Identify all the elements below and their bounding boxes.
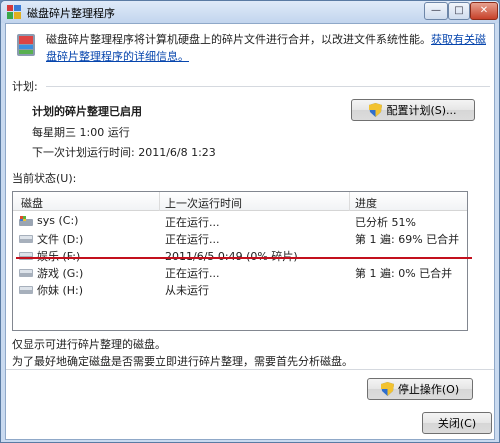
drive-icon (19, 269, 33, 277)
configure-schedule-label: 配置计划(S)... (386, 104, 457, 117)
disk-name: 娱乐 (F:) (37, 248, 80, 264)
footer-divider (6, 369, 494, 370)
table-row[interactable]: 文件 (D:) 正在运行... 第 1 遍: 69% 已合并 (13, 230, 467, 247)
disk-progress: 已分析 51% (355, 216, 416, 229)
schedule-divider (46, 86, 490, 87)
schedule-frequency: 每星期三 1:00 运行 (32, 126, 130, 139)
table-row[interactable]: 娱乐 (F:) 2011/6/5 0:49 (0% 碎片) (13, 247, 467, 264)
current-status-label: 当前状态(U): (12, 172, 77, 185)
dialog-body: 磁盘碎片整理程序将计算机硬盘上的碎片文件进行合并，以改进文件系统性能。获取有关磁… (5, 23, 495, 440)
schedule-section-label: 计划: (12, 80, 38, 93)
disk-name: 你妹 (H:) (37, 284, 84, 297)
intro-text: 磁盘碎片整理程序将计算机硬盘上的碎片文件进行合并，以改进文件系统性能。获取有关磁… (46, 31, 491, 65)
schedule-next-run: 下一次计划运行时间: 2011/6/8 1:23 (32, 146, 216, 159)
disk-last-run: 正在运行... (165, 216, 220, 229)
maximize-button[interactable]: □ (448, 2, 470, 20)
column-header-progress[interactable]: 进度 (355, 195, 377, 211)
stop-operation-button[interactable]: 停止操作(O) (367, 378, 473, 400)
minimize-button[interactable]: — (424, 2, 448, 20)
disk-last-run: 正在运行... (165, 233, 220, 246)
table-header: 磁盘 上一次运行时间 进度 (13, 192, 467, 211)
disk-last-run: 2011/6/5 0:49 (0% 碎片) (165, 248, 298, 264)
configure-schedule-button[interactable]: 配置计划(S)... (351, 99, 475, 121)
column-header-disk[interactable]: 磁盘 (21, 195, 43, 211)
column-divider[interactable] (159, 192, 160, 211)
defrag-disk-icon (17, 34, 35, 56)
intro-description: 磁盘碎片整理程序将计算机硬盘上的碎片文件进行合并，以改进文件系统性能。 (46, 33, 431, 46)
disk-name: sys (C:) (37, 214, 79, 227)
title-bar[interactable]: 磁盘碎片整理程序 — □ ✕ (1, 1, 499, 23)
disk-name: 游戏 (G:) (37, 267, 84, 280)
close-button[interactable]: 关闭(C) (422, 412, 492, 434)
stop-operation-label: 停止操作(O) (397, 383, 460, 396)
defrag-app-icon (7, 5, 21, 19)
uac-shield-icon (380, 382, 394, 396)
window-title: 磁盘碎片整理程序 (27, 7, 115, 20)
table-row[interactable]: sys (C:) 正在运行... 已分析 51% (13, 213, 467, 230)
disk-progress: 第 1 遍: 69% 已合并 (355, 233, 460, 246)
system-drive-icon (19, 216, 33, 226)
table-row[interactable]: 游戏 (G:) 正在运行... 第 1 遍: 0% 已合并 (13, 264, 467, 281)
note-analyze-first: 为了最好地确定磁盘是否需要立即进行碎片整理，需要首先分析磁盘。 (12, 355, 353, 368)
disk-name: 文件 (D:) (37, 233, 84, 246)
drive-icon (19, 286, 33, 294)
drive-icon (19, 252, 33, 260)
disk-last-run: 从未运行 (165, 284, 209, 297)
drive-icon (19, 235, 33, 243)
disk-last-run: 正在运行... (165, 267, 220, 280)
close-button-label: 关闭(C) (437, 417, 477, 430)
defrag-window: 磁盘碎片整理程序 — □ ✕ 磁盘碎片整理程序将计算机硬盘上的碎片文件进行合并，… (0, 0, 500, 443)
close-window-button[interactable]: ✕ (470, 2, 498, 20)
schedule-status: 计划的碎片整理已启用 (32, 105, 142, 118)
uac-shield-icon (369, 103, 383, 117)
column-divider[interactable] (349, 192, 350, 211)
highlight-underline (16, 257, 472, 259)
column-header-last-run[interactable]: 上一次运行时间 (165, 195, 242, 211)
table-row[interactable]: 你妹 (H:) 从未运行 (13, 281, 467, 298)
note-defraggable-disks: 仅显示可进行碎片整理的磁盘。 (12, 338, 166, 351)
disk-status-table[interactable]: 磁盘 上一次运行时间 进度 sys (C:) 正在运行... 已分析 51% 文… (12, 191, 468, 331)
disk-progress: 第 1 遍: 0% 已合并 (355, 267, 453, 280)
